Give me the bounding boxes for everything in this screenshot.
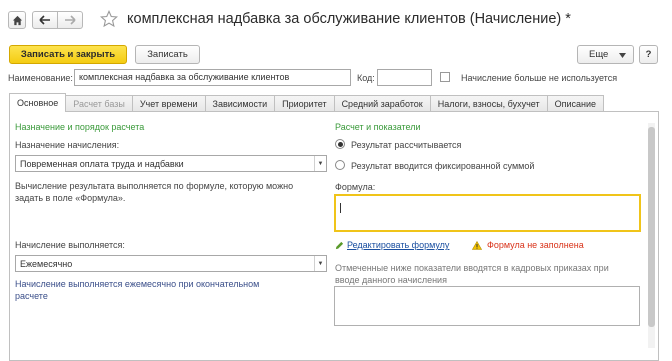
- warning-icon: [472, 240, 482, 250]
- forward-button[interactable]: [57, 11, 83, 29]
- purpose-select-value: Повременная оплата труда и надбавки: [20, 158, 184, 169]
- purpose-label: Назначение начисления:: [15, 140, 120, 150]
- chevron-down-icon[interactable]: ▼: [314, 156, 326, 171]
- formula-label: Формула:: [335, 182, 376, 192]
- name-field[interactable]: комплексная надбавка за обслуживание кли…: [74, 69, 351, 86]
- window-title: комплексная надбавка за обслуживание кли…: [127, 11, 571, 27]
- radio-calculated-label: Результат рассчитывается: [351, 140, 462, 150]
- back-button[interactable]: [32, 11, 58, 29]
- purpose-select[interactable]: Повременная оплата труда и надбавки ▼: [15, 155, 327, 172]
- text-cursor: [340, 203, 341, 213]
- edit-formula-link[interactable]: Редактировать формулу: [347, 240, 449, 250]
- period-note: Начисление выполняется ежемесячно при ок…: [15, 279, 260, 301]
- name-label: Наименование:: [8, 73, 73, 83]
- scrollbar-track[interactable]: [648, 123, 655, 348]
- arrow-left-icon: [39, 15, 50, 25]
- indicators-list[interactable]: [334, 286, 640, 326]
- tab-taxes[interactable]: Налоги, взносы, бухучет: [429, 95, 548, 112]
- unused-checkbox[interactable]: [440, 72, 450, 82]
- star-icon: [99, 10, 119, 28]
- tab-description[interactable]: Описание: [546, 95, 605, 112]
- more-button[interactable]: Еще: [577, 45, 634, 64]
- favorite-button[interactable]: [99, 10, 120, 30]
- tab-base-calculation[interactable]: Расчет базы: [65, 95, 133, 112]
- formula-hint: Вычисление результата выполняется по фор…: [15, 181, 294, 203]
- period-label: Начисление выполняется:: [15, 240, 125, 250]
- code-field[interactable]: [377, 69, 432, 86]
- save-and-close-button[interactable]: Записать и закрыть: [9, 45, 127, 64]
- radio-fixed[interactable]: [335, 160, 345, 170]
- code-label: Код:: [357, 73, 375, 83]
- chevron-down-icon[interactable]: ▼: [314, 256, 326, 271]
- tab-main[interactable]: Основное: [9, 93, 67, 112]
- period-select[interactable]: Ежемесячно ▼: [15, 255, 327, 272]
- calculation-section-title: Расчет и показатели: [335, 122, 421, 132]
- tab-bar: Основное Расчет базы Учет времени Зависи…: [9, 93, 605, 112]
- indicators-note: Отмеченные ниже показатели вводятся в ка…: [335, 263, 609, 285]
- scrollbar-thumb[interactable]: [648, 127, 655, 327]
- unused-label: Начисление больше не используется: [461, 73, 618, 83]
- help-button[interactable]: ?: [639, 45, 658, 64]
- edit-formula-link-group[interactable]: Редактировать формулу: [335, 240, 449, 250]
- radio-calculated[interactable]: [335, 139, 345, 149]
- tab-priority[interactable]: Приоритет: [274, 95, 335, 112]
- tab-average-earnings[interactable]: Средний заработок: [333, 95, 431, 112]
- tab-dependencies[interactable]: Зависимости: [204, 95, 276, 112]
- radio-fixed-label: Результат вводится фиксированной суммой: [351, 161, 535, 171]
- history-nav: [32, 11, 84, 29]
- tab-time-accounting[interactable]: Учет времени: [131, 95, 206, 112]
- radio-selected-dot: [337, 141, 343, 147]
- more-label: Еще: [589, 49, 609, 60]
- formula-field[interactable]: [334, 194, 641, 232]
- period-select-value: Ежемесячно: [20, 258, 73, 269]
- arrow-right-icon: [65, 15, 76, 25]
- formula-warning-text: Формула не заполнена: [487, 240, 584, 250]
- home-icon: [12, 15, 22, 25]
- save-button[interactable]: Записать: [135, 45, 200, 64]
- formula-warning-group: Формула не заполнена: [472, 240, 584, 250]
- pencil-icon: [335, 241, 344, 249]
- home-button[interactable]: [8, 11, 26, 29]
- purpose-section-title: Назначение и порядок расчета: [15, 122, 145, 132]
- chevron-down-icon: [619, 53, 626, 58]
